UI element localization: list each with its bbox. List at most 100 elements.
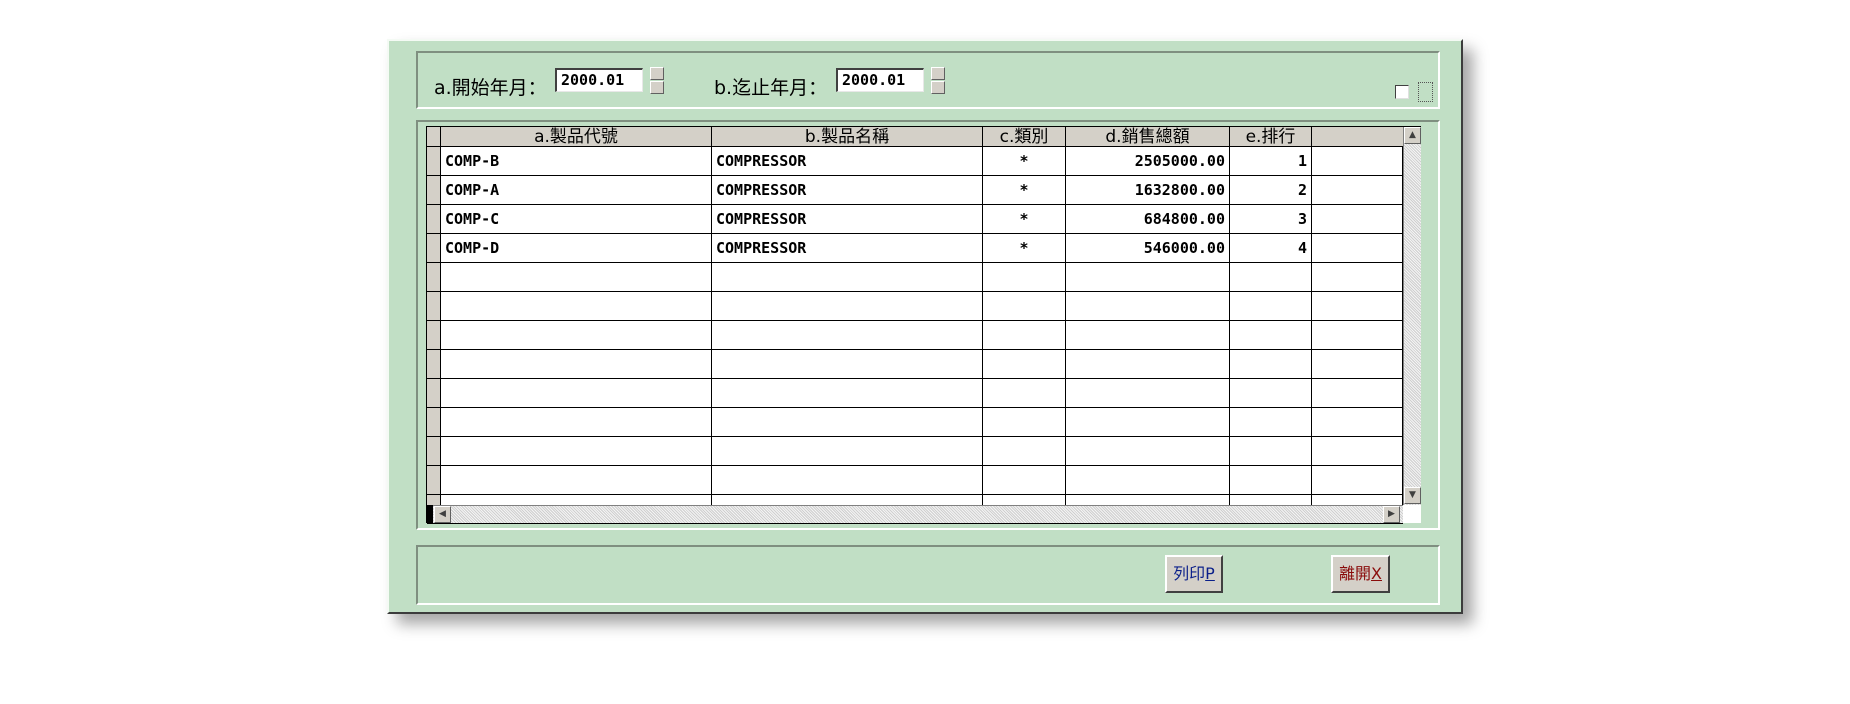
- vertical-scrollbar[interactable]: ▲ ▼: [1403, 127, 1421, 505]
- exit-button[interactable]: 離開X: [1331, 555, 1390, 593]
- col-header-sales-total[interactable]: d.銷售總額: [1066, 127, 1230, 147]
- scroll-right-button[interactable]: ▶: [1383, 506, 1400, 523]
- horizontal-scrollbar[interactable]: ◀ ▶: [427, 505, 1403, 523]
- spin-up-button[interactable]: [650, 67, 664, 80]
- cell-rank[interactable]: [1230, 437, 1312, 466]
- cell-category[interactable]: [983, 408, 1066, 437]
- spin-up-button[interactable]: [931, 67, 945, 80]
- cell-product-name[interactable]: [712, 379, 983, 408]
- cell-category[interactable]: [983, 263, 1066, 292]
- row-selector[interactable]: [427, 147, 441, 176]
- cell-product-name[interactable]: COMPRESSOR: [712, 234, 983, 263]
- cell-product-name[interactable]: [712, 466, 983, 495]
- cell-product-code[interactable]: COMP-B: [441, 147, 712, 176]
- cell-extra[interactable]: [1312, 234, 1403, 263]
- row-selector[interactable]: [427, 263, 441, 292]
- row-selector[interactable]: [427, 408, 441, 437]
- cell-product-name[interactable]: [712, 263, 983, 292]
- cell-extra[interactable]: [1312, 176, 1403, 205]
- row-selector[interactable]: [427, 205, 441, 234]
- cell-rank[interactable]: [1230, 263, 1312, 292]
- cell-sales-total[interactable]: 546000.00: [1066, 234, 1230, 263]
- cell-extra[interactable]: [1312, 466, 1403, 495]
- cell-category[interactable]: [983, 292, 1066, 321]
- cell-sales-total[interactable]: 2505000.00: [1066, 147, 1230, 176]
- cell-category[interactable]: *: [983, 234, 1066, 263]
- cell-category[interactable]: [983, 321, 1066, 350]
- cell-sales-total[interactable]: [1066, 379, 1230, 408]
- row-selector[interactable]: [427, 379, 441, 408]
- cell-product-name[interactable]: [712, 292, 983, 321]
- scroll-left-button[interactable]: ◀: [434, 506, 451, 523]
- print-button[interactable]: 列印P: [1165, 555, 1223, 593]
- cell-category[interactable]: [983, 379, 1066, 408]
- cell-category[interactable]: *: [983, 205, 1066, 234]
- cell-category[interactable]: [983, 466, 1066, 495]
- cell-sales-total[interactable]: 684800.00: [1066, 205, 1230, 234]
- cell-sales-total[interactable]: [1066, 437, 1230, 466]
- row-selector[interactable]: [427, 350, 441, 379]
- end-month-input[interactable]: 2000.01: [836, 68, 924, 92]
- row-selector[interactable]: [427, 321, 441, 350]
- cell-category[interactable]: [983, 350, 1066, 379]
- cell-rank[interactable]: 3: [1230, 205, 1312, 234]
- cell-product-code[interactable]: [441, 379, 712, 408]
- spin-down-button[interactable]: [650, 81, 664, 94]
- cell-category[interactable]: [983, 437, 1066, 466]
- cell-product-code[interactable]: [441, 292, 712, 321]
- cell-sales-total[interactable]: [1066, 408, 1230, 437]
- cell-product-code[interactable]: [441, 408, 712, 437]
- cell-sales-total[interactable]: [1066, 263, 1230, 292]
- cell-rank[interactable]: [1230, 321, 1312, 350]
- cell-category[interactable]: *: [983, 176, 1066, 205]
- cell-product-name[interactable]: [712, 408, 983, 437]
- cell-product-code[interactable]: [441, 263, 712, 292]
- cell-extra[interactable]: [1312, 350, 1403, 379]
- cell-extra[interactable]: [1312, 408, 1403, 437]
- cell-product-code[interactable]: COMP-A: [441, 176, 712, 205]
- ranking-grid[interactable]: a.製品代號 b.製品名稱 c.類別 d.銷售總額 e.排行 COMP-B COM…: [426, 126, 1421, 524]
- cell-sales-total[interactable]: 1632800.00: [1066, 176, 1230, 205]
- cell-extra[interactable]: [1312, 437, 1403, 466]
- cell-extra[interactable]: [1312, 292, 1403, 321]
- cell-product-name[interactable]: [712, 437, 983, 466]
- focus-placeholder[interactable]: [1418, 82, 1433, 102]
- row-selector[interactable]: [427, 466, 441, 495]
- cell-product-code[interactable]: COMP-C: [441, 205, 712, 234]
- row-selector[interactable]: [427, 234, 441, 263]
- cell-product-code[interactable]: [441, 466, 712, 495]
- cell-product-code[interactable]: [441, 437, 712, 466]
- cell-product-code[interactable]: COMP-D: [441, 234, 712, 263]
- cell-extra[interactable]: [1312, 263, 1403, 292]
- cell-rank[interactable]: 2: [1230, 176, 1312, 205]
- cell-product-code[interactable]: [441, 350, 712, 379]
- cell-category[interactable]: *: [983, 147, 1066, 176]
- cell-extra[interactable]: [1312, 147, 1403, 176]
- start-month-spinner[interactable]: [650, 67, 664, 95]
- col-header-category[interactable]: c.類別: [983, 127, 1066, 147]
- cell-product-name[interactable]: [712, 321, 983, 350]
- cell-rank[interactable]: 4: [1230, 234, 1312, 263]
- row-selector[interactable]: [427, 437, 441, 466]
- cell-extra[interactable]: [1312, 321, 1403, 350]
- cell-product-name[interactable]: COMPRESSOR: [712, 176, 983, 205]
- row-selector[interactable]: [427, 292, 441, 321]
- scroll-down-button[interactable]: ▼: [1404, 487, 1421, 504]
- spin-down-button[interactable]: [931, 81, 945, 94]
- cell-extra[interactable]: [1312, 379, 1403, 408]
- cell-sales-total[interactable]: [1066, 350, 1230, 379]
- cell-rank[interactable]: [1230, 350, 1312, 379]
- cell-sales-total[interactable]: [1066, 321, 1230, 350]
- scroll-up-button[interactable]: ▲: [1404, 127, 1421, 144]
- end-month-spinner[interactable]: [931, 67, 945, 95]
- start-month-input[interactable]: 2000.01: [555, 68, 643, 92]
- col-header-rank[interactable]: e.排行: [1230, 127, 1312, 147]
- cell-rank[interactable]: [1230, 466, 1312, 495]
- cell-rank[interactable]: [1230, 408, 1312, 437]
- cell-product-name[interactable]: COMPRESSOR: [712, 205, 983, 234]
- cell-product-code[interactable]: [441, 321, 712, 350]
- cell-rank[interactable]: 1: [1230, 147, 1312, 176]
- cell-rank[interactable]: [1230, 379, 1312, 408]
- col-header-product-code[interactable]: a.製品代號: [441, 127, 712, 147]
- option-checkbox[interactable]: [1395, 85, 1409, 99]
